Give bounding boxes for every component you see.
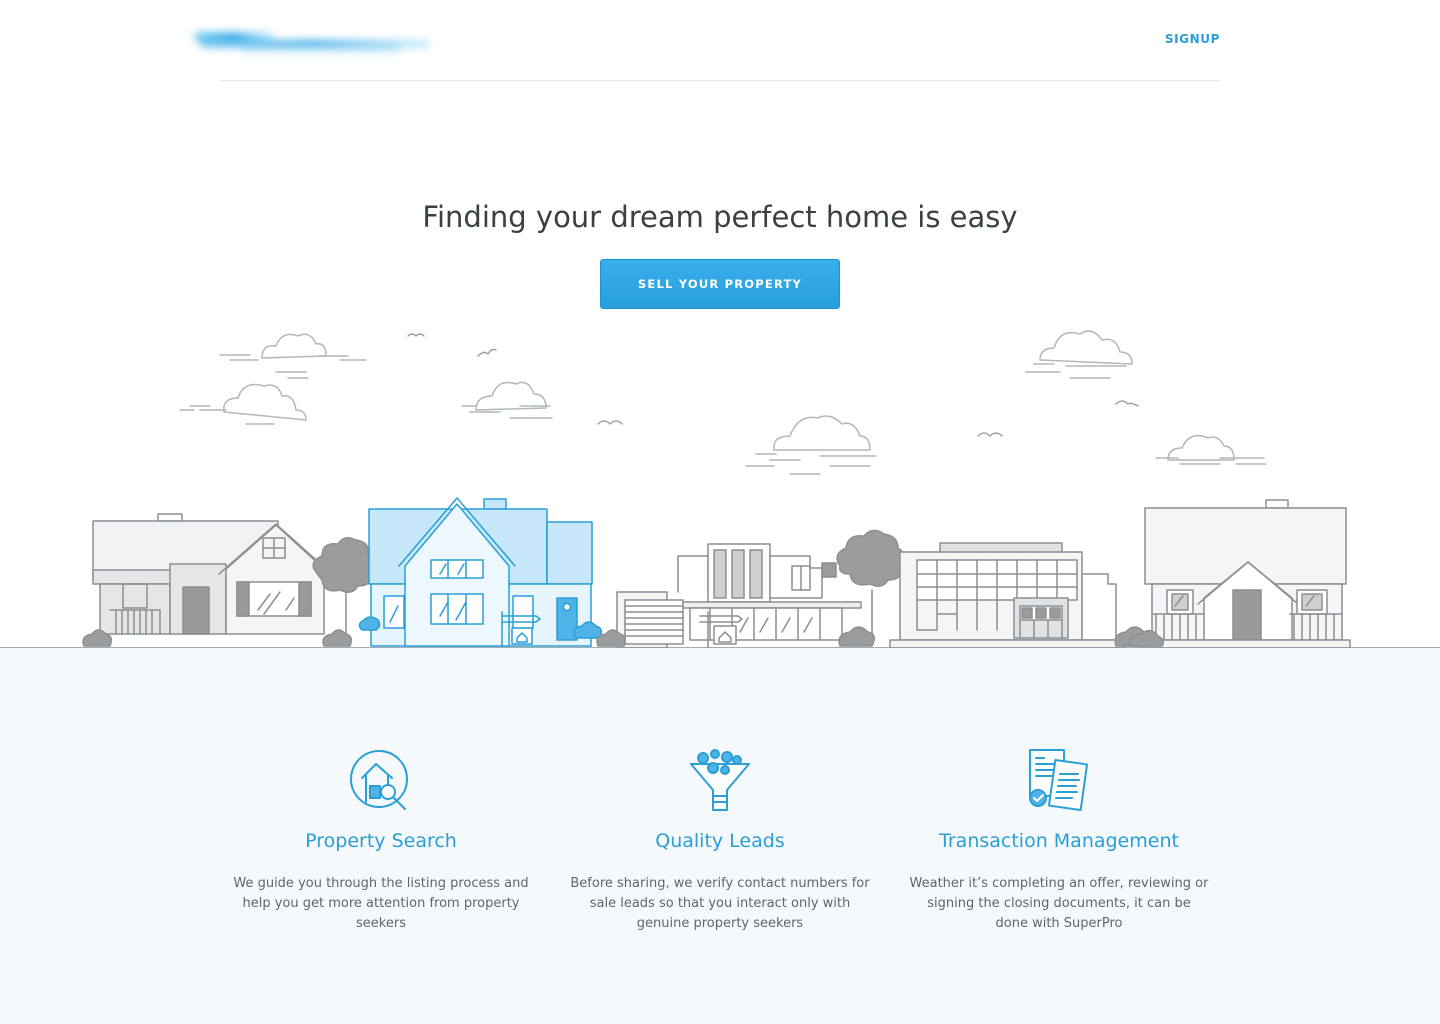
cloud-icon xyxy=(1025,330,1133,379)
cloud-icon xyxy=(461,381,553,419)
cloud-icon xyxy=(179,383,307,425)
house-search-icon xyxy=(350,750,408,810)
feature-title: Property Search xyxy=(305,830,457,852)
blurred-logo[interactable] xyxy=(180,22,442,60)
signup-link[interactable]: SIGNUP xyxy=(1165,32,1220,46)
featured-house xyxy=(358,497,603,647)
header-divider xyxy=(220,80,1220,81)
cloud-icon xyxy=(219,333,367,379)
feature-description: Weather it’s completing an offer, review… xyxy=(909,876,1209,931)
neighborhood-illustration xyxy=(0,330,1440,649)
cloud-icon xyxy=(1155,434,1267,465)
funnel-icon xyxy=(690,749,750,811)
sell-property-button[interactable]: SELL YOUR PROPERTY xyxy=(600,259,840,309)
documents-icon xyxy=(1029,749,1089,812)
feature-title: Transaction Management xyxy=(939,830,1179,852)
features-section: Property Search We guide you through the… xyxy=(0,648,1440,1024)
cloud-icon xyxy=(745,415,877,475)
house-5 xyxy=(1139,499,1351,649)
feature-description: We guide you through the listing process… xyxy=(233,876,529,931)
house-4 xyxy=(889,542,1125,649)
header: SIGNUP xyxy=(0,0,1440,82)
hero-title: Finding your dream perfect home is easy xyxy=(422,200,1018,234)
tree-icon xyxy=(836,529,906,645)
house-1 xyxy=(92,513,333,635)
feature-description: Before sharing, we verify contact number… xyxy=(570,876,870,931)
house-3 xyxy=(616,543,862,649)
feature-title: Quality Leads xyxy=(655,830,785,852)
bird-icon xyxy=(407,333,1139,437)
